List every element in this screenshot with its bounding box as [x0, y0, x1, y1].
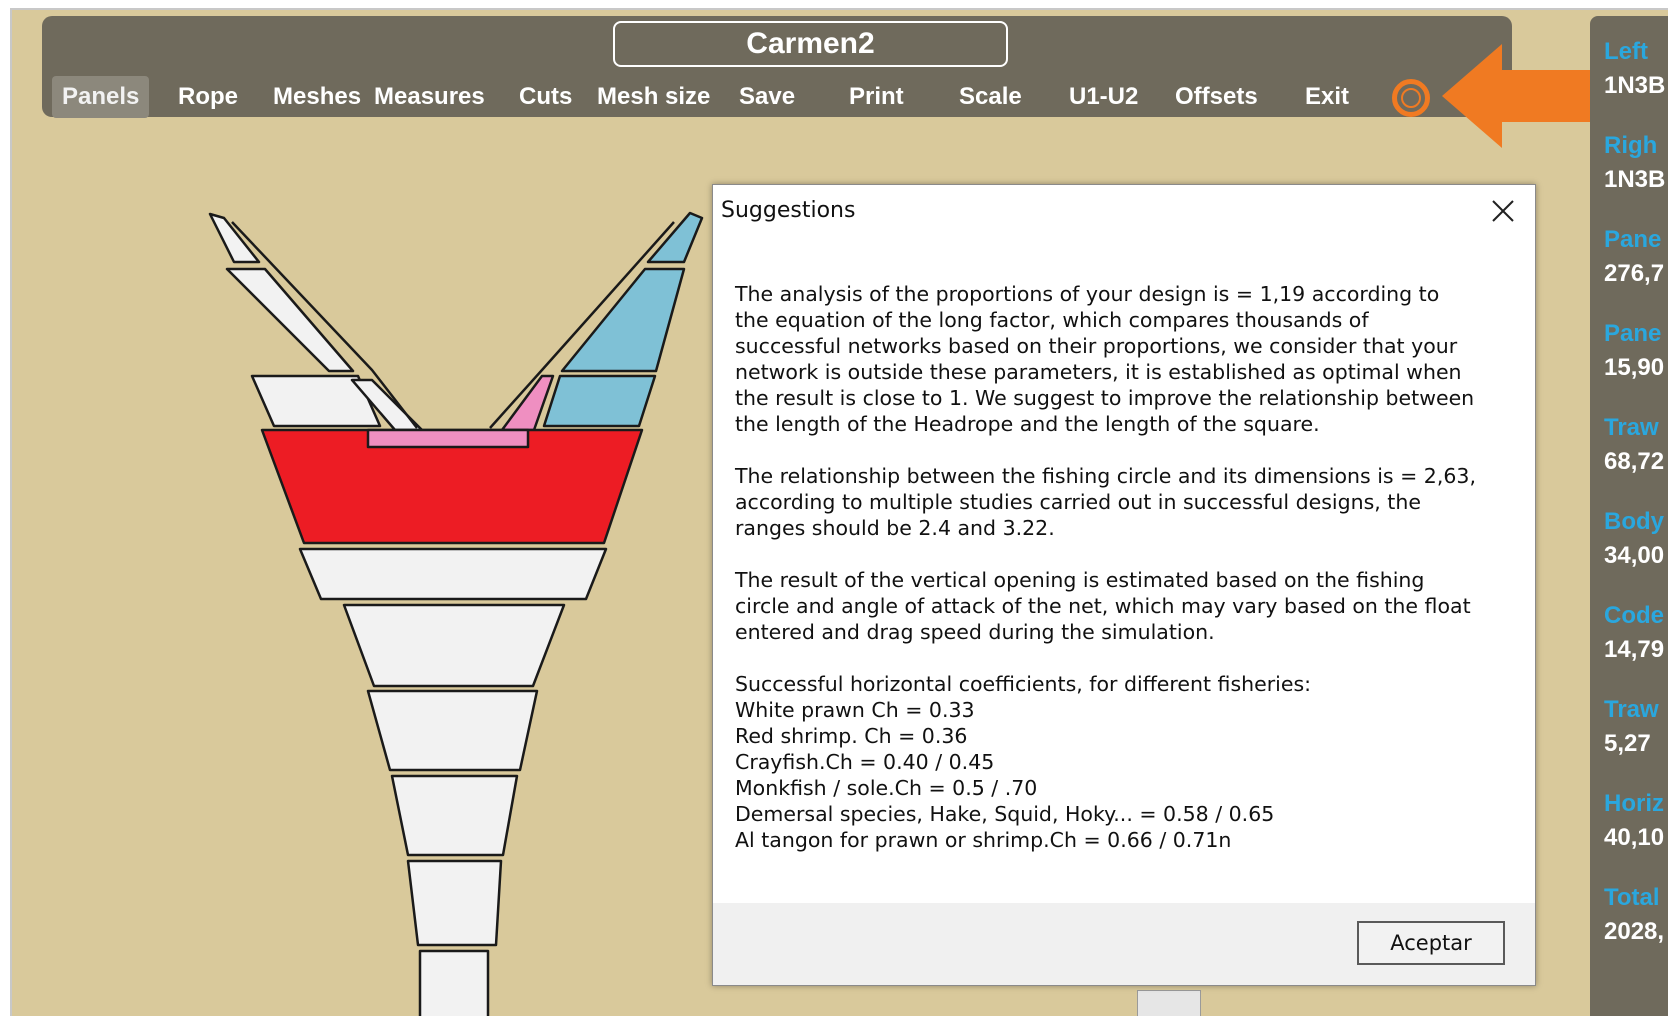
message-paragraph-proportions: The analysis of the proportions of your …: [735, 281, 1495, 437]
dialog-footer: Aceptar: [713, 903, 1535, 985]
menu-scale[interactable]: Scale: [959, 76, 1022, 118]
message-line: the length of the Headrope and the lengt…: [735, 412, 1320, 436]
menu-save[interactable]: Save: [739, 76, 795, 118]
menu-measures[interactable]: Measures: [374, 76, 485, 118]
message-line: Demersal species, Hake, Squid, Hoky... =…: [735, 802, 1275, 826]
info-value-total: 2028,: [1604, 918, 1665, 945]
orange-arrow-icon: [1442, 44, 1602, 148]
message-line: The analysis of the proportions of your …: [735, 282, 1440, 306]
window-title: Carmen2: [613, 21, 1008, 67]
message-line: ranges should be 2.4 and 3.22.: [735, 516, 1055, 540]
info-label-codend: Code: [1604, 602, 1664, 629]
net-panel-codend: [418, 949, 490, 1016]
message-line: Al tangon for prawn or shrimp.Ch = 0.66 …: [735, 828, 1232, 852]
message-line: according to multiple studies carried ou…: [735, 490, 1421, 514]
net-panel-body-4: [390, 774, 519, 857]
message-line: network is outside these parameters, it …: [735, 360, 1462, 384]
message-line: successful networks based on their propo…: [735, 334, 1458, 358]
menu-print[interactable]: Print: [849, 76, 904, 118]
dialog-message: The analysis of the proportions of your …: [735, 281, 1495, 879]
menu-u1-u2[interactable]: U1-U2: [1069, 76, 1138, 118]
message-line: circle and angle of attack of the net, w…: [735, 594, 1471, 618]
menu-cuts[interactable]: Cuts: [519, 76, 572, 118]
net-panel-left-wing-tip: [208, 212, 261, 264]
net-panel-top-square-overlay: [366, 428, 530, 449]
message-line: Red shrimp. Ch = 0.36: [735, 724, 968, 748]
info-value-panel-1: 276,7: [1604, 260, 1665, 287]
info-value-left: 1N3B: [1604, 72, 1666, 99]
info-label-left: Left: [1604, 38, 1648, 65]
dialog-title: Suggestions: [721, 198, 856, 223]
menu-rope[interactable]: Rope: [178, 76, 238, 118]
info-label-horizontal: Horiz: [1604, 790, 1664, 817]
message-paragraph-coefficients: Successful horizontal coefficients, for …: [735, 671, 1495, 853]
scroll-tab[interactable]: [1137, 990, 1201, 1016]
info-value-body: 34,00: [1604, 542, 1665, 569]
message-line: White prawn Ch = 0.33: [735, 698, 975, 722]
info-label-trawl-2: Traw: [1604, 696, 1659, 723]
menu-offsets[interactable]: Offsets: [1175, 76, 1258, 118]
top-toolbar: Carmen2 Panels Rope Meshes Measures Cuts…: [42, 16, 1512, 118]
info-value-horizontal: 40,10: [1604, 824, 1665, 851]
net-panel-body-5: [406, 859, 503, 947]
message-line: The relationship between the fishing cir…: [735, 464, 1476, 488]
info-label-trawl-1: Traw: [1604, 414, 1659, 441]
menu-meshes[interactable]: Meshes: [273, 76, 361, 118]
info-value-panel-2: 15,90: [1604, 354, 1665, 381]
info-value-trawl-1: 68,72: [1604, 448, 1665, 475]
net-panel-right-wing-tip: [646, 211, 704, 264]
info-value-right: 1N3B: [1604, 166, 1666, 193]
message-line: The result of the vertical opening is es…: [735, 568, 1425, 592]
menu-mesh-size[interactable]: Mesh size: [597, 76, 710, 118]
info-value-codend: 14,79: [1604, 636, 1665, 663]
message-line: the result is close to 1. We suggest to …: [735, 386, 1475, 410]
net-panel-body-2: [342, 603, 566, 688]
message-paragraph-vertical-opening: The result of the vertical opening is es…: [735, 567, 1495, 645]
message-line: Successful horizontal coefficients, for …: [735, 672, 1312, 696]
info-label-body: Body: [1604, 508, 1664, 535]
info-label-right: Righ: [1604, 132, 1658, 159]
suggestions-dialog: Suggestions The analysis of the proporti…: [712, 184, 1536, 986]
net-panel-body-3: [366, 689, 539, 772]
message-line: Monkfish / sole.Ch = 0.5 / .70: [735, 776, 1038, 800]
menu-exit[interactable]: Exit: [1305, 76, 1349, 118]
net-panel-body-1: [298, 547, 608, 601]
target-ring-inner-icon: [1401, 88, 1421, 108]
net-panel-right-wing-lower: [542, 374, 657, 428]
info-label-panel-2: Pane: [1604, 320, 1662, 347]
message-line: entered and drag speed during the simula…: [735, 620, 1215, 644]
info-label-total: Total: [1604, 884, 1660, 911]
menu-panels[interactable]: Panels: [52, 76, 150, 118]
message-paragraph-fishing-circle: The relationship between the fishing cir…: [735, 463, 1495, 541]
message-line: Crayfish.Ch = 0.40 / 0.45: [735, 750, 995, 774]
message-line: the equation of the long factor, which c…: [735, 308, 1369, 332]
close-icon[interactable]: [1487, 195, 1519, 227]
info-value-trawl-2: 5,27: [1604, 730, 1651, 757]
right-info-panel: Left 1N3B Righ 1N3B Pane 276,7 Pane 15,9…: [1590, 16, 1668, 1016]
info-label-panel-1: Pane: [1604, 226, 1662, 253]
net-panel-right-wing-upper: [560, 267, 686, 373]
accept-button[interactable]: Aceptar: [1357, 921, 1505, 965]
